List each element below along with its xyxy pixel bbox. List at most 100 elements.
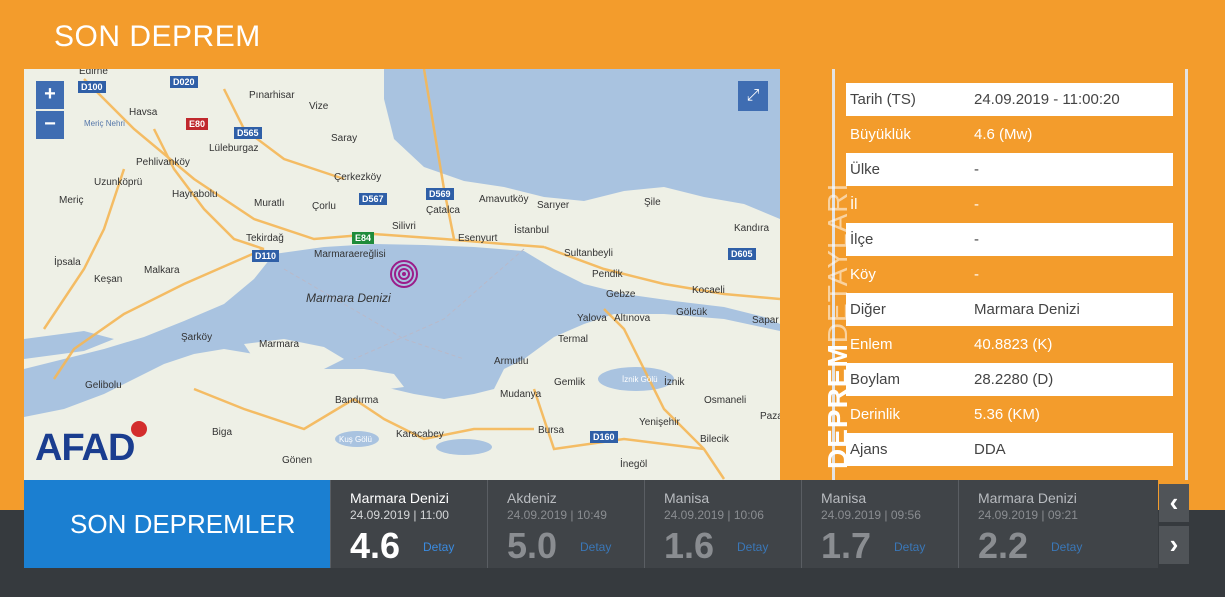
- road-sign: D569: [426, 188, 454, 200]
- detail-row: Ülke -: [846, 153, 1173, 186]
- map-label: Yalova: [577, 313, 607, 324]
- quake-magnitude: 4.6: [350, 525, 401, 566]
- map-label: Uzunköprü: [94, 177, 143, 188]
- map-label: Vize: [309, 101, 329, 112]
- road-sign: D020: [170, 76, 198, 88]
- road-sign: D567: [359, 193, 387, 205]
- detail-value: -: [974, 231, 979, 248]
- quake-item[interactable]: Manisa 24.09.2019 | 09:56 1.7 Detay: [801, 480, 958, 568]
- map-label: Havsa: [129, 107, 158, 118]
- quake-place: Akdeniz: [507, 490, 557, 506]
- quake-place: Manisa: [821, 490, 867, 506]
- map-label: Osmaneli: [704, 395, 747, 406]
- map-label: Lüleburgaz: [209, 143, 259, 154]
- quake-magnitude: 1.6: [664, 525, 715, 566]
- detail-key: Diğer: [850, 301, 886, 318]
- quake-magnitude: 5.0: [507, 525, 558, 566]
- quake-item[interactable]: Manisa 24.09.2019 | 10:06 1.6 Detay: [644, 480, 801, 568]
- detail-row: Enlem 40.8823 (K): [846, 328, 1173, 361]
- detail-key: Derinlik: [850, 406, 901, 423]
- map-label: Pehlivanköy: [136, 157, 190, 168]
- next-button[interactable]: ›: [1159, 526, 1189, 564]
- map-label: Gemlik: [554, 377, 586, 388]
- detail-row: Köy -: [846, 258, 1173, 291]
- map-label: Şarköy: [181, 332, 213, 343]
- map-label: Muratlı: [254, 198, 285, 209]
- map-label: Sapar: [752, 315, 779, 326]
- quake-detail-link[interactable]: Detay: [580, 540, 611, 554]
- map-label: Malkara: [144, 265, 180, 276]
- map-label: Pazaryeri: [760, 411, 780, 422]
- map-label: İnegöl: [620, 459, 648, 470]
- map-label: Bursa: [538, 425, 565, 436]
- detail-row: İl -: [846, 188, 1173, 221]
- detail-value: DDA: [974, 441, 1006, 458]
- quake-datetime: 24.09.2019 | 09:21: [978, 508, 1078, 522]
- map-label: Armutlu: [494, 356, 529, 367]
- map-label: Sarıyer: [537, 200, 570, 211]
- map-label: Tekirdağ: [246, 233, 284, 244]
- map-label: Marmara: [259, 339, 300, 350]
- detail-value: 24.09.2019 - 11:00:20: [974, 91, 1120, 108]
- detail-value: 4.6 (Mw): [974, 126, 1033, 143]
- road-sign: D100: [78, 81, 106, 93]
- detail-row: Boylam 28.2280 (D): [846, 363, 1173, 396]
- road-sign: D605: [728, 248, 756, 260]
- map-label: Gebze: [606, 289, 636, 300]
- map-label: Altınova: [614, 313, 651, 324]
- earthquake-map[interactable]: Edirne Havsa Pınarhisar Vize Meriç Nehri…: [24, 69, 780, 480]
- map-label: Gelibolu: [85, 380, 122, 391]
- latest-title-text: SON DEPREMLER: [70, 508, 296, 539]
- quake-item[interactable]: Marmara Denizi 24.09.2019 | 11:00 4.6 Detay: [330, 480, 487, 568]
- zoom-in-button[interactable]: +: [36, 81, 64, 109]
- map-label: İznik: [664, 377, 685, 388]
- road-sign: D160: [590, 431, 618, 443]
- map-label: Pendik: [592, 269, 623, 280]
- map-label: Çorlu: [312, 201, 336, 212]
- map-label: Bilecik: [700, 434, 729, 445]
- detail-row: Diğer Marmara Denizi: [846, 293, 1173, 326]
- quake-detail-link[interactable]: Detay: [894, 540, 925, 554]
- prev-button[interactable]: ‹: [1159, 484, 1189, 522]
- map-label: Çerkezköy: [334, 172, 382, 183]
- map-label: Hayrabolu: [172, 189, 218, 200]
- earthquake-details-panel: DEPREMDETAYLARI Tarih (TS) 24.09.2019 - 1…: [822, 69, 1188, 480]
- fullscreen-button[interactable]: ⤢: [738, 81, 768, 111]
- map-label: Biga: [212, 427, 233, 438]
- quake-datetime: 24.09.2019 | 11:00: [350, 508, 449, 522]
- detail-key: Ülke: [850, 161, 881, 178]
- map-label: Gölcük: [676, 307, 708, 318]
- map-label: Sultanbeyli: [564, 248, 613, 259]
- quake-detail-link[interactable]: Detay: [1051, 540, 1082, 554]
- quake-item[interactable]: Akdeniz 24.09.2019 | 10:49 5.0 Detay: [487, 480, 644, 568]
- map-label: Yenişehir: [639, 417, 680, 428]
- epicenter-marker-icon[interactable]: [390, 260, 418, 288]
- map-label: Meriç: [59, 195, 84, 206]
- zoom-controls: + −: [36, 81, 64, 141]
- quake-datetime: 24.09.2019 | 09:56: [821, 508, 921, 522]
- turkey-flag-icon: [131, 421, 147, 437]
- page-title: SON DEPREM: [54, 20, 261, 53]
- zoom-out-button[interactable]: −: [36, 111, 64, 139]
- map-label: Kandıra: [734, 223, 770, 234]
- quake-magnitude: 2.2: [978, 525, 1029, 566]
- map-label: Keşan: [94, 274, 123, 285]
- detail-value: 5.36 (KM): [974, 406, 1040, 423]
- road-sign: E80: [186, 118, 209, 130]
- map-label: Gönen: [282, 455, 313, 466]
- detail-key: Ajans: [850, 441, 888, 458]
- detail-value: 28.2280 (D): [974, 371, 1054, 388]
- map-label: Saray: [331, 133, 358, 144]
- detail-value: -: [974, 196, 979, 213]
- quake-detail-link[interactable]: Detay: [737, 540, 768, 554]
- map-label: Bandırma: [335, 395, 379, 406]
- quake-detail-link[interactable]: Detay: [423, 540, 454, 554]
- map-label: Çatalca: [426, 205, 460, 216]
- detail-key: Enlem: [850, 336, 893, 353]
- quake-datetime: 24.09.2019 | 10:06: [664, 508, 764, 522]
- map-label: Meriç Nehri: [84, 119, 125, 128]
- afad-logo: AFAD: [35, 427, 135, 469]
- detail-key: Tarih (TS): [850, 91, 916, 108]
- quake-item[interactable]: Marmara Denizi 24.09.2019 | 09:21 2.2 Detay: [958, 480, 1115, 568]
- detail-key: Köy: [850, 266, 876, 283]
